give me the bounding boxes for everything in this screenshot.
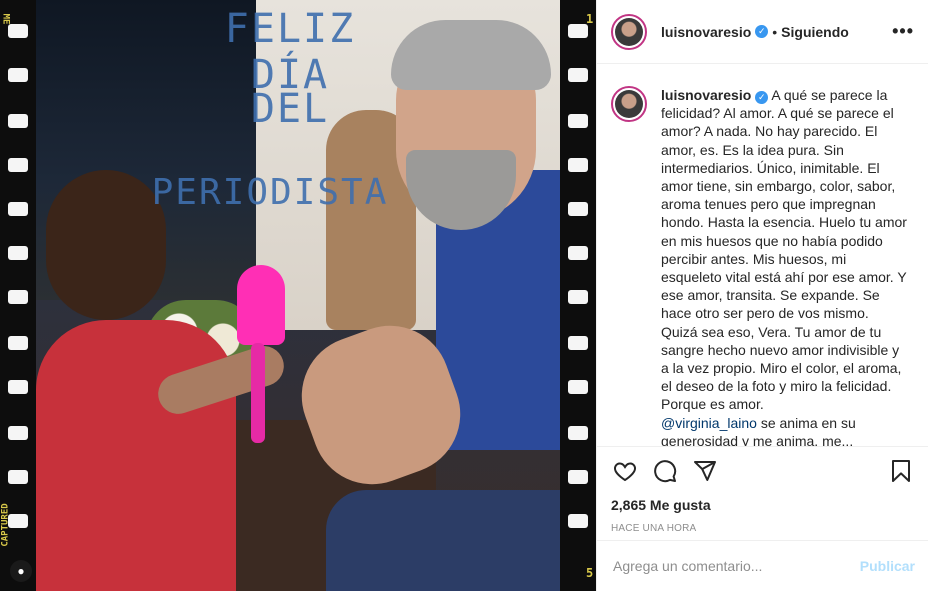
caption-avatar-image — [615, 90, 643, 118]
film-hole — [568, 24, 588, 38]
overlay-line-2: DEL — [250, 86, 330, 132]
film-hole — [568, 114, 588, 128]
post-timestamp[interactable]: HACE UNA HORA — [611, 523, 915, 534]
girl-dress — [36, 320, 236, 591]
toy-microphone — [231, 265, 291, 445]
share-icon[interactable] — [691, 457, 719, 485]
avatar-image — [615, 17, 643, 46]
mention-link[interactable]: @virginia_laino — [661, 415, 757, 431]
caption-area: luisnovaresio ✓ A qué se parece la felici… — [597, 64, 928, 446]
film-hole — [568, 470, 588, 484]
following-button[interactable]: Siguiendo — [781, 24, 849, 40]
overlay-line-1: FELIZ DÍA — [224, 6, 356, 98]
header-username[interactable]: luisnovaresio — [661, 24, 751, 40]
film-hole — [568, 290, 588, 304]
film-hole — [568, 158, 588, 172]
film-hole — [8, 470, 28, 484]
post-side-panel: luisnovaresio ✓ • Siguiendo ••• luisnova… — [596, 0, 928, 591]
caption-body: A qué se parece la felicidad? Al amor. A… — [661, 87, 907, 413]
verified-badge-icon: ✓ — [755, 25, 769, 38]
tagged-user-icon[interactable]: ● — [10, 560, 32, 582]
film-hole — [8, 68, 28, 82]
film-hole — [568, 246, 588, 260]
film-hole — [8, 336, 28, 350]
film-hole — [8, 426, 28, 440]
heart-icon[interactable] — [611, 457, 639, 485]
film-mark-top-right: 1 — [586, 12, 594, 26]
film-mark-bottom-left: CAPTURED — [0, 503, 11, 547]
man-hair — [391, 20, 551, 90]
film-hole — [568, 202, 588, 216]
film-mark-top-left: ME — [0, 13, 11, 25]
film-hole — [8, 246, 28, 260]
comment-input[interactable] — [613, 558, 860, 574]
film-hole — [568, 68, 588, 82]
caption-username[interactable]: luisnovaresio — [661, 87, 751, 103]
more-options-icon[interactable]: ••• — [892, 21, 914, 42]
mic-stick — [251, 343, 265, 443]
comment-box: Publicar — [597, 540, 928, 591]
film-hole — [568, 514, 588, 528]
mic-head — [237, 265, 285, 345]
film-hole — [8, 114, 28, 128]
film-strip-right — [560, 0, 596, 591]
publish-button[interactable]: Publicar — [860, 558, 915, 574]
likes-count[interactable]: 2,865 Me gusta — [611, 497, 915, 513]
film-hole — [568, 426, 588, 440]
avatar[interactable] — [611, 13, 647, 50]
man-jeans — [326, 490, 560, 591]
post-actions: 2,865 Me gusta HACE UNA HORA — [597, 446, 928, 540]
film-hole — [568, 380, 588, 394]
film-hole — [8, 158, 28, 172]
film-hole — [568, 336, 588, 350]
film-hole — [8, 290, 28, 304]
post-header: luisnovaresio ✓ • Siguiendo ••• — [597, 0, 928, 64]
film-hole — [8, 24, 28, 38]
verified-badge-icon: ✓ — [755, 91, 769, 104]
comment-icon[interactable] — [651, 457, 679, 485]
film-hole — [8, 380, 28, 394]
caption-avatar[interactable] — [611, 86, 647, 122]
overlay-line-3: PERIODISTA — [151, 172, 389, 213]
caption-text: luisnovaresio ✓ A qué se parece la felici… — [661, 86, 909, 446]
action-row — [611, 457, 915, 485]
separator-dot: • — [772, 23, 778, 40]
save-icon[interactable] — [887, 457, 915, 485]
film-hole — [8, 202, 28, 216]
film-hole — [8, 514, 28, 528]
post-media[interactable]: FELIZ DÍA DEL PERIODISTA ME 1 CAPTURED 5… — [0, 0, 596, 591]
film-mark-bottom-right: 5 — [586, 566, 594, 580]
